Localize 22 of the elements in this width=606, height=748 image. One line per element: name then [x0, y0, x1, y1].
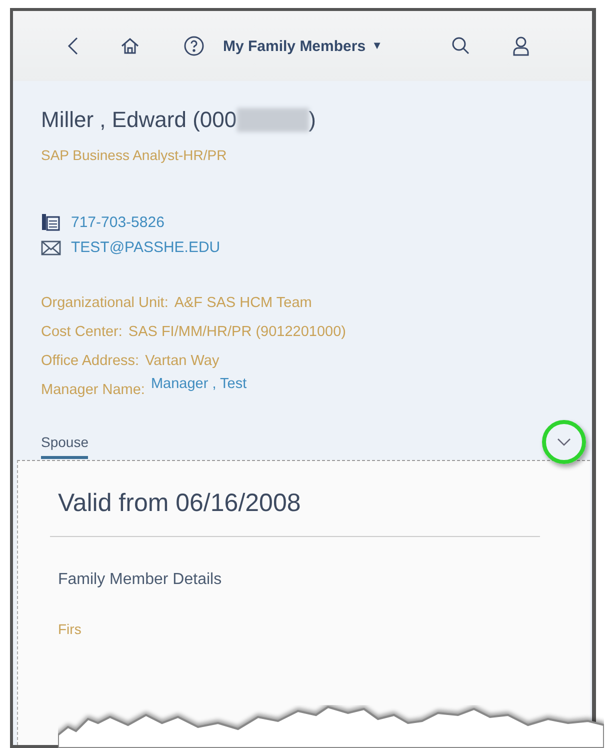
employee-name-end: )	[308, 107, 316, 133]
employee-name: Miller , Edward (000	[41, 107, 237, 133]
field-label: Organizational Unit:	[41, 295, 168, 311]
card-title: Valid from 06/16/2008	[50, 489, 540, 537]
home-icon[interactable]	[119, 35, 141, 57]
phone-link[interactable]: 717-703-5826	[71, 214, 164, 230]
chevron-down-icon[interactable]	[557, 438, 571, 446]
job-title: SAP Business Analyst-HR/PR	[41, 147, 228, 163]
field-value: Vartan Way	[145, 353, 220, 369]
phone-icon	[41, 213, 61, 231]
field-label: Manager Name:	[41, 382, 145, 398]
section-title: Family Member Details	[58, 571, 223, 589]
field-label: Office Address:	[41, 353, 140, 369]
manager-link[interactable]: Manager , Test	[150, 376, 247, 392]
app-title-dropdown[interactable]: My Family Members ▼	[223, 38, 382, 54]
field-value: SAS FI/MM/HR/PR (9012201000)	[128, 324, 346, 340]
field-label: Firs	[58, 621, 82, 637]
help-icon[interactable]	[183, 35, 205, 57]
email-icon	[41, 240, 61, 256]
field-value: A&F SAS HCM Team	[174, 295, 312, 311]
email-link[interactable]: TEST@PASSHE.EDU	[71, 239, 220, 256]
field-label: Cost Center:	[41, 324, 122, 340]
